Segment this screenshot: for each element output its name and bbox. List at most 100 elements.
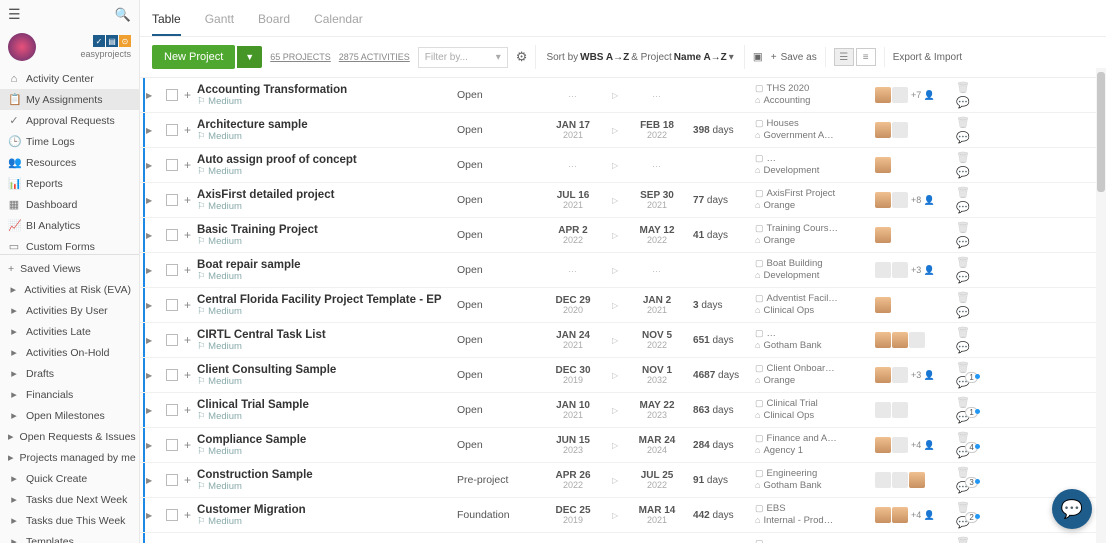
status-cell[interactable]: Open [457,124,537,136]
saved-view-item[interactable]: ▸Quick Create [0,468,139,489]
assignee-avatar[interactable] [875,87,891,103]
gear-icon[interactable]: ⚙ [516,49,528,65]
more-assignees[interactable]: +8 👤 [911,195,935,206]
delete-icon[interactable]: 🗑 [956,151,970,164]
project-name[interactable]: Customer Migration [197,504,457,516]
save-as-button[interactable]: + Save as [771,52,817,63]
projects-count-link[interactable]: 65 PROJECTS [270,52,331,62]
client-name[interactable]: Orange [763,200,795,212]
project-row[interactable]: ▶ + Clinical Trial Sample Medium Open JA… [140,393,1106,428]
project-row[interactable]: ▶ + Compliance Sample Medium Open JUN 15… [140,428,1106,463]
compact-view-button[interactable]: ☰ [834,48,854,66]
expand-icon[interactable]: ▶ [146,196,156,205]
delete-icon[interactable]: 🗑 [956,256,970,269]
project-name[interactable]: Auto assign proof of concept [197,154,457,166]
assignee-avatar[interactable] [892,402,908,418]
assignee-avatar[interactable] [875,192,891,208]
assignee-avatar[interactable] [875,122,891,138]
chat-fab[interactable]: 💬 [1052,489,1092,529]
assignee-avatar[interactable] [875,367,891,383]
row-checkbox[interactable] [166,439,178,451]
add-child-icon[interactable]: + [184,438,191,452]
project-name[interactable]: Compliance Sample [197,434,457,446]
status-cell[interactable]: Open [457,299,537,311]
saved-view-item[interactable]: ▸Drafts [0,363,139,384]
client-name[interactable]: Government A… [763,130,833,142]
assignee-avatar[interactable] [909,472,925,488]
status-cell[interactable]: Foundation [457,509,537,521]
status-cell[interactable]: Open [457,89,537,101]
more-assignees[interactable]: +3 👤 [911,265,935,276]
client-name[interactable]: Gotham Bank [763,480,821,492]
scroll-thumb[interactable] [1097,72,1105,192]
add-child-icon[interactable]: + [184,368,191,382]
status-cell[interactable]: Open [457,404,537,416]
status-cell[interactable]: Open [457,439,537,451]
project-name[interactable]: Accounting Transformation [197,84,457,96]
comment-icon[interactable]: 💬 [956,201,970,214]
row-checkbox[interactable] [166,194,178,206]
assignee-avatar[interactable] [875,332,891,348]
row-checkbox[interactable] [166,474,178,486]
project-row[interactable]: ▶ + Client Consulting Sample Medium Open… [140,358,1106,393]
portfolio-name[interactable]: Finance and A… [767,433,837,445]
saved-view-item[interactable]: ▸Activities at Risk (EVA) [0,279,139,300]
client-name[interactable]: Clinical Ops [763,410,814,422]
client-name[interactable]: Gotham Bank [763,340,821,352]
more-assignees[interactable]: +3 👤 [911,370,935,381]
tab-calendar[interactable]: Calendar [314,8,363,36]
expand-icon[interactable]: ▶ [146,406,156,415]
portfolio-name[interactable]: Clinical Trial [767,398,818,410]
comment-icon[interactable]: 💬 [956,306,970,319]
hamburger-icon[interactable]: ☰ [8,6,21,23]
nav-item[interactable]: 📋My Assignments [0,89,139,110]
client-name[interactable]: Orange [763,235,795,247]
expand-icon[interactable]: ▶ [146,91,156,100]
assignee-avatar[interactable] [875,157,891,173]
status-cell[interactable]: Open [457,369,537,381]
row-checkbox[interactable] [166,124,178,136]
portfolio-name[interactable]: … [767,328,777,340]
saved-view-item[interactable]: ▸Open Milestones [0,405,139,426]
tab-board[interactable]: Board [258,8,290,36]
expand-icon[interactable]: ▶ [146,126,156,135]
portfolio-name[interactable]: Engineering [767,468,818,480]
status-cell[interactable]: Open [457,159,537,171]
client-name[interactable]: Development [763,270,819,282]
comment-icon[interactable]: 💬2 [956,516,970,529]
nav-item[interactable]: 👥Resources [0,152,139,173]
expand-icon[interactable]: ▶ [146,476,156,485]
project-row[interactable]: ▶ + Accounting Transformation Medium Ope… [140,78,1106,113]
expanded-view-button[interactable]: ≡ [856,48,876,66]
expand-icon[interactable]: ▶ [146,371,156,380]
saved-view-item[interactable]: ▸Activities On-Hold [0,342,139,363]
row-checkbox[interactable] [166,509,178,521]
assignee-avatar[interactable] [875,507,891,523]
portfolio-name[interactable]: Client Onboar… [767,363,835,375]
delete-icon[interactable]: 🗑 [956,221,970,234]
portfolio-name[interactable]: THS 2020 [767,83,810,95]
add-child-icon[interactable]: + [184,123,191,137]
tab-gantt[interactable]: Gantt [205,8,234,36]
assignee-avatar[interactable] [892,472,908,488]
tab-table[interactable]: Table [152,8,181,36]
comment-icon[interactable]: 💬 [956,96,970,109]
assignee-avatar[interactable] [892,367,908,383]
saved-view-item[interactable]: ▸Activities By User [0,300,139,321]
status-cell[interactable]: Open [457,229,537,241]
user-avatar[interactable] [8,33,36,61]
project-name[interactable]: Architecture sample [197,119,457,131]
portfolio-name[interactable]: Training Cours… [767,223,838,235]
comment-icon[interactable]: 💬 [956,236,970,249]
assignee-avatar[interactable] [892,437,908,453]
nav-item[interactable]: 🕒Time Logs [0,131,139,152]
nav-item[interactable]: ✓Approval Requests [0,110,139,131]
portfolio-name[interactable]: Houses [767,118,799,130]
client-name[interactable]: Development [763,165,819,177]
add-child-icon[interactable]: + [184,263,191,277]
nav-item[interactable]: 📈BI Analytics [0,215,139,236]
new-project-button[interactable]: New Project [152,45,235,69]
expand-icon[interactable]: ▶ [146,441,156,450]
comment-icon[interactable]: 💬 [956,166,970,179]
comment-icon[interactable]: 💬4 [956,446,970,459]
